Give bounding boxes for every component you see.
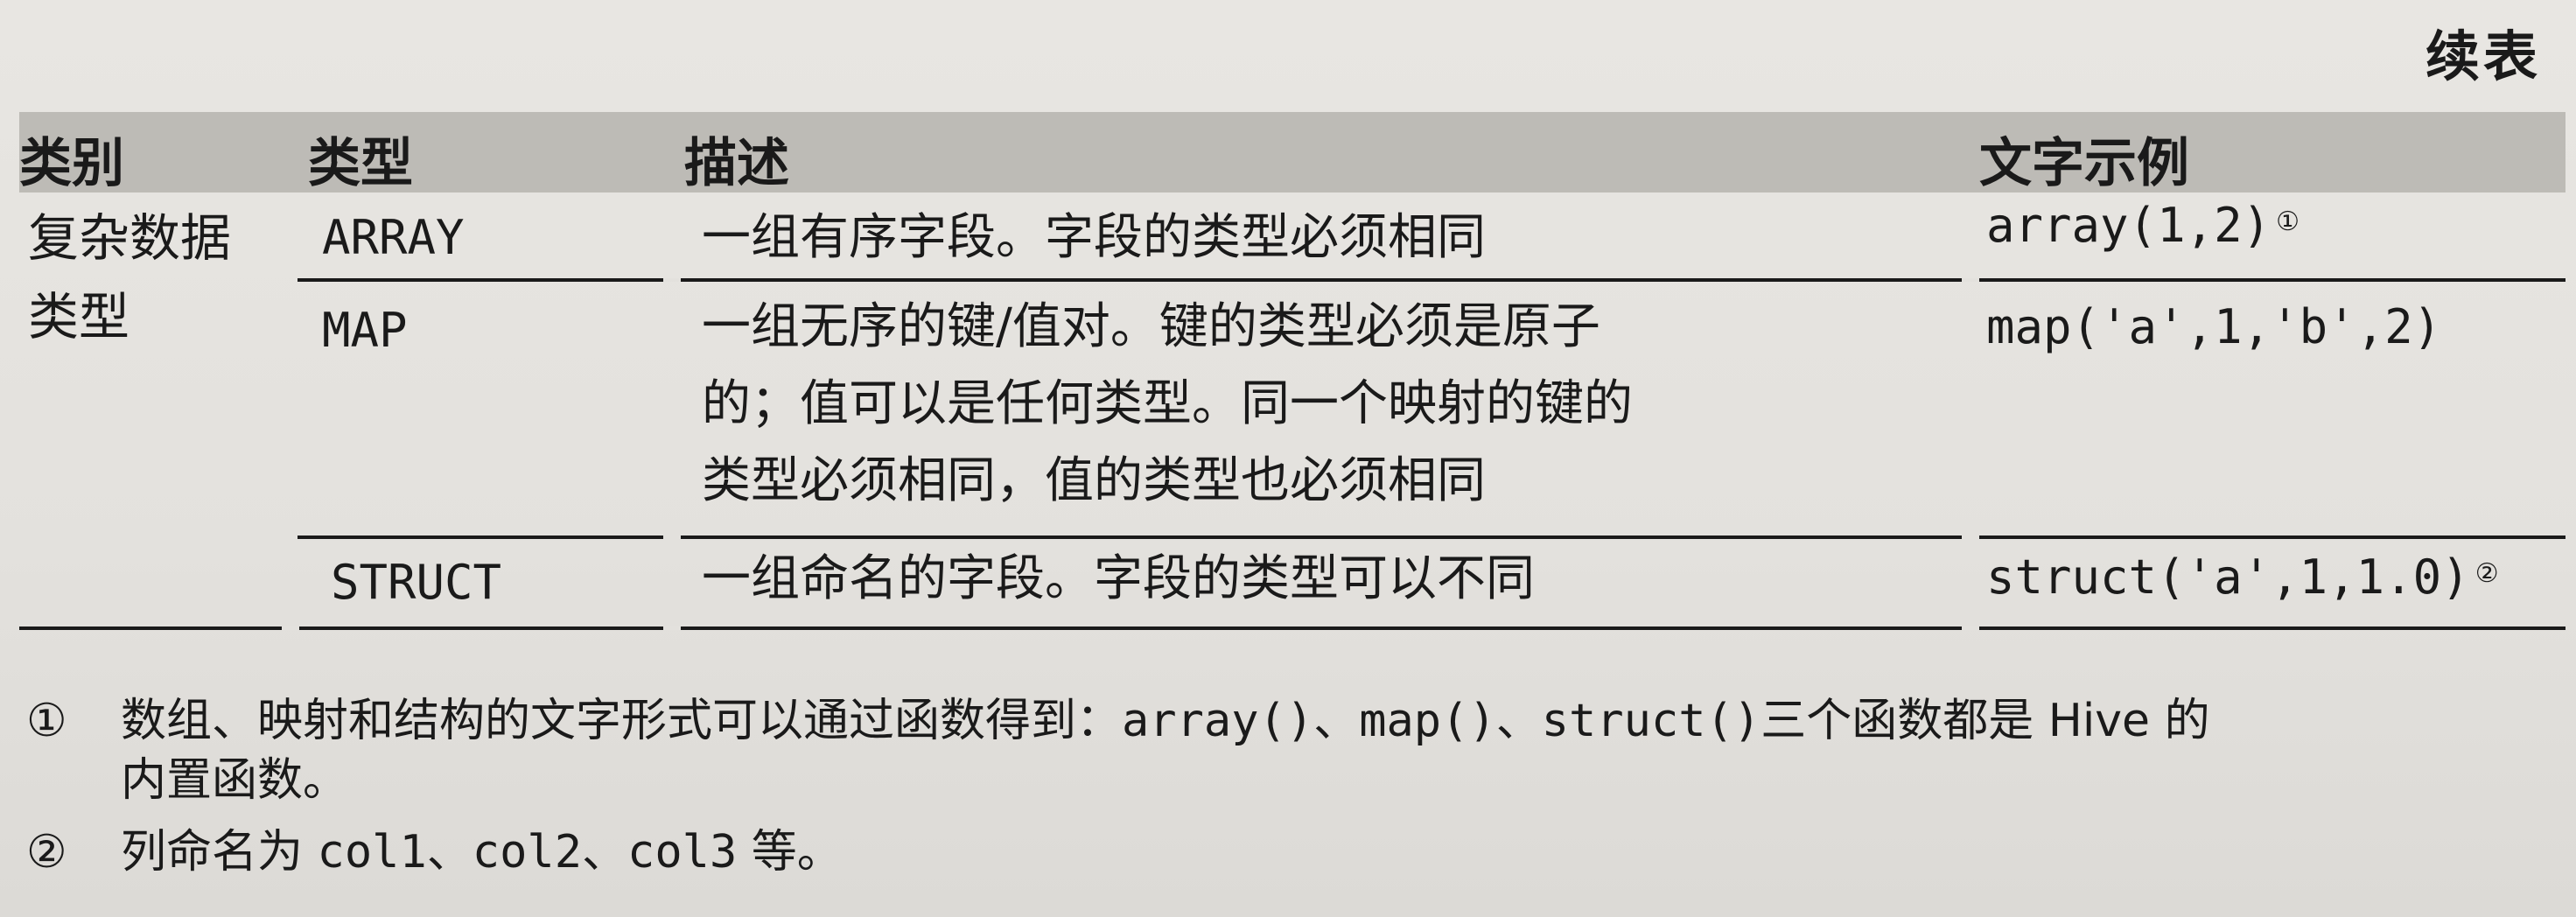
footnote-2-text: 列命名为	[121, 826, 318, 878]
category-label-line1: 复杂数据	[28, 208, 232, 268]
category-label-line2: 类型	[28, 287, 130, 346]
footnote-2-sep: 、	[426, 826, 472, 878]
row-struct-type: STRUCT	[331, 555, 502, 610]
footnote-1-code-array: array()	[1122, 695, 1314, 747]
footnote-1-text: 数组、映射和结构的文字形式可以通过函数得到：	[121, 695, 1123, 747]
row-map-type: MAP	[322, 303, 408, 358]
footnote-1-tail: 三个函数都是 Hive 的	[1760, 695, 2210, 747]
footnote-2-code-col3: col3	[627, 826, 738, 878]
row-map-description-line1: 一组无序的键/值对。键的类型必须是原子	[702, 298, 1600, 355]
row-struct-example-text: struct('a',1,1.0)	[1986, 550, 2470, 605]
row-array-description: 一组有序字段。字段的类型必须相同	[702, 209, 1486, 266]
footnote-2-sep: 、	[582, 826, 628, 878]
table-bottom-rule	[19, 626, 2566, 630]
rule-gap	[282, 626, 299, 630]
row-array-note: ①	[2276, 206, 2300, 237]
rule-gap	[1962, 536, 1979, 539]
footnote-1-sep: 、	[1313, 695, 1360, 747]
footnotes: ① 数组、映射和结构的文字形式可以通过函数得到：array()、map()、st…	[26, 691, 2555, 882]
row-map-description-line2: 的；值可以是任何类型。同一个映射的键的	[702, 375, 1633, 432]
data-types-table: 类别 类型 描述 文字示例 复杂数据 类型 ARRAY 一组有序字段。字段的类型…	[19, 112, 2566, 635]
row-array-example: array(1,2) ①	[1986, 187, 2300, 264]
rule-gap	[663, 626, 681, 630]
footnote-1-code-struct: struct()	[1541, 695, 1761, 747]
row-map-description-line3: 类型必须相同，值的类型也必须相同	[702, 452, 1486, 509]
header-example: 文字示例	[1979, 133, 2189, 194]
row-array-example-text: array(1,2)	[1986, 198, 2272, 253]
header-description: 描述	[684, 133, 789, 194]
footnote-2-code-col2: col2	[472, 826, 583, 878]
row-struct-example: struct('a',1,1.0) ②	[1986, 539, 2499, 616]
footnote-2-code-col1: col1	[317, 826, 427, 878]
footnote-1-continuation: 内置函数。	[121, 754, 349, 807]
header-type: 类型	[308, 133, 413, 194]
row-array-type: ARRAY	[322, 210, 465, 265]
row-struct-note: ②	[2474, 558, 2499, 589]
row-divider-1	[298, 278, 2566, 282]
rule-gap	[1962, 278, 1979, 282]
footnote-2-mark: ②	[26, 826, 67, 878]
footnote-1-mark: ①	[26, 695, 67, 747]
row-map-example: map('a',1,'b',2)	[1986, 299, 2442, 354]
footnote-1-code-map: map()	[1359, 695, 1496, 747]
footnote-1-sep: 、	[1495, 695, 1542, 747]
page-title: 续表	[2425, 24, 2541, 88]
rule-gap	[663, 536, 681, 539]
footnote-2: ② 列命名为 col1、col2、col3 等。	[26, 822, 2555, 882]
rule-gap	[1962, 626, 1979, 630]
footnote-1: ① 数组、映射和结构的文字形式可以通过函数得到：array()、map()、st…	[26, 691, 2555, 810]
row-struct-description: 一组命名的字段。字段的类型可以不同	[702, 550, 1535, 607]
header-category: 类别	[19, 133, 124, 194]
rule-gap	[663, 278, 681, 282]
footnote-2-tail: 等。	[737, 826, 843, 878]
